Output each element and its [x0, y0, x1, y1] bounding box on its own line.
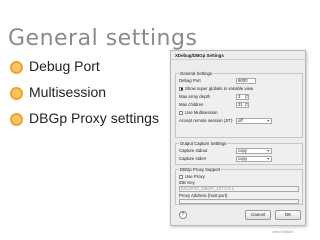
group-title: DBGp Proxy Support: [179, 167, 222, 172]
capture-stdout-value: copy: [238, 148, 248, 153]
use-proxy-label: Use Proxy: [185, 174, 205, 179]
max-depth-value: 3: [238, 94, 241, 99]
brand-logo-text: zend edition: [272, 229, 294, 234]
chevron-down-icon: ▼: [266, 119, 270, 123]
capture-stderr-select[interactable]: copy ▼: [236, 156, 272, 162]
slide-title: General settings: [8, 26, 198, 51]
group-title: Output Capture Settings: [179, 141, 228, 146]
ok-button[interactable]: OK: [275, 210, 301, 220]
output-capture-group: Output Capture Settings Capture stdout c…: [175, 141, 303, 165]
max-depth-label: Max array depth: [179, 94, 211, 99]
spinner-arrows-icon[interactable]: ▴ ▾: [245, 102, 248, 107]
dbgp-proxy-group: DBGp Proxy Support Use Proxy IDE Key ECL…: [175, 167, 303, 205]
max-children-stepper[interactable]: 31 ▴ ▾: [236, 102, 249, 108]
bullet-label: Debug Port: [29, 58, 100, 74]
show-globals-checkbox[interactable]: [179, 86, 183, 91]
max-depth-stepper[interactable]: 3 ▴ ▾: [236, 94, 249, 100]
max-children-label: Max children: [179, 102, 204, 107]
capture-stdout-label: Capture stdout: [179, 148, 208, 153]
capture-stdout-select[interactable]: copy ▼: [236, 148, 272, 154]
proxy-address-input[interactable]: [179, 199, 299, 204]
chevron-down-icon: ▼: [266, 149, 270, 153]
show-globals-row[interactable]: Show super globals in variable view: [179, 86, 253, 92]
general-settings-group: General Settings Debug Port 9000 Show su…: [175, 71, 303, 138]
remote-session-select[interactable]: off ▼: [236, 118, 272, 124]
max-children-value: 31: [238, 102, 243, 107]
spinner-arrows-icon[interactable]: ▴ ▾: [245, 94, 248, 99]
cancel-button[interactable]: Cancel: [245, 210, 271, 220]
use-proxy-checkbox[interactable]: [179, 174, 183, 179]
chevron-down-icon: ▼: [266, 157, 270, 161]
bullet-dot-icon: [10, 87, 23, 100]
bullet-label: Multisession: [29, 84, 107, 100]
capture-stderr-value: copy: [238, 156, 248, 161]
bullet-dot-icon: [10, 61, 23, 74]
remote-session-label: Accept remote session (JIT): [179, 118, 233, 123]
bullet-dot-icon: [10, 113, 23, 126]
remote-session-value: off: [238, 118, 243, 123]
bullet-label: DBGp Proxy settings: [29, 110, 159, 126]
group-title: General Settings: [179, 71, 214, 76]
multisession-row[interactable]: Use Multisession: [179, 110, 217, 116]
ide-key-input[interactable]: ECLIPSE_DBGP_127.0.0.1: [179, 186, 299, 192]
show-globals-label: Show super globals in variable view: [185, 86, 254, 91]
settings-dialog: XDebug/DBGp Settings General Settings De…: [170, 50, 306, 226]
help-icon[interactable]: ?: [179, 211, 187, 219]
dialog-title: XDebug/DBGp Settings: [171, 51, 305, 60]
debug-port-input[interactable]: 9000: [236, 78, 256, 84]
debug-port-label: Debug Port: [179, 78, 201, 83]
capture-stderr-label: Capture stderr: [179, 156, 207, 161]
multisession-label: Use Multisession: [185, 110, 218, 115]
multisession-checkbox[interactable]: [179, 110, 183, 115]
